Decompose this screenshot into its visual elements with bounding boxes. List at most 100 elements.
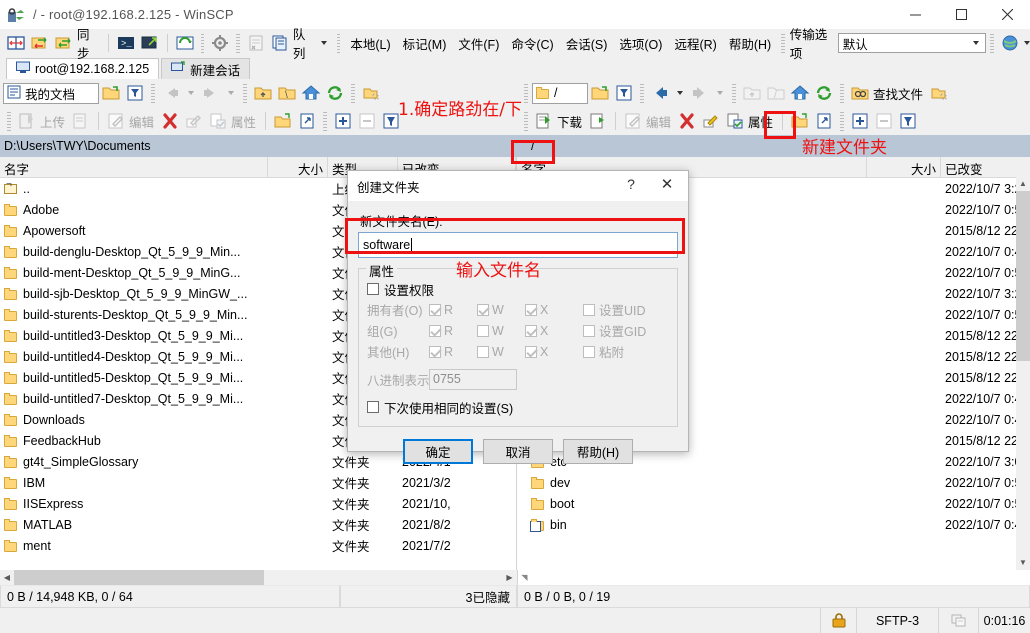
permission-checkbox-x[interactable]: X <box>525 324 573 338</box>
checkbox[interactable] <box>429 346 441 358</box>
table-row[interactable]: bin2022/10/7 0:42:54 <box>517 514 1030 535</box>
home-directory-icon[interactable] <box>300 82 322 104</box>
root-directory-icon[interactable]: \ <box>276 82 298 104</box>
set-permissions-checkbox[interactable] <box>367 283 379 295</box>
remember-settings-checkbox[interactable] <box>367 401 379 413</box>
checkbox[interactable] <box>477 304 489 316</box>
menu-session[interactable]: 会话(S) <box>560 31 614 56</box>
refresh-icon[interactable] <box>174 32 196 54</box>
checkbox[interactable] <box>583 325 595 337</box>
remote-back-dropdown-icon[interactable] <box>677 91 683 95</box>
permission-checkbox-r[interactable]: R <box>429 324 477 338</box>
sync-browsing-icon[interactable] <box>29 32 51 54</box>
menu-commands[interactable]: 命令(C) <box>505 31 559 56</box>
help-button[interactable]: 帮助(H) <box>563 439 633 464</box>
checkbox[interactable] <box>429 304 441 316</box>
open-terminal-icon[interactable] <box>139 32 161 54</box>
scroll-left-arrow[interactable]: ◀ <box>0 570 14 585</box>
remote-properties-icon[interactable] <box>724 110 746 132</box>
permission-special-toggle[interactable]: 设置UID <box>583 300 646 319</box>
checkbox[interactable] <box>525 325 537 337</box>
table-row[interactable]: IISExpress文件夹2021/10, <box>0 493 516 514</box>
set-permissions-row[interactable]: 设置权限 <box>367 279 669 299</box>
open-directory-icon[interactable] <box>100 82 122 104</box>
ok-button[interactable]: 确定 <box>403 439 473 464</box>
remote-scroll-left-arrow[interactable]: ◥ <box>518 570 532 585</box>
remote-filter-icon[interactable] <box>613 82 635 104</box>
menu-mark[interactable]: 标记(M) <box>397 31 453 56</box>
permission-checkbox-w[interactable]: W <box>477 324 525 338</box>
close-button[interactable] <box>984 0 1030 29</box>
remote-rename-icon[interactable] <box>700 110 722 132</box>
refresh-local-icon[interactable] <box>324 82 346 104</box>
local-col-name[interactable]: 名字 <box>0 157 268 177</box>
permission-checkbox-w[interactable]: W <box>477 303 525 317</box>
table-row[interactable]: boot2022/10/7 0:57:22 <box>517 493 1030 514</box>
download-icon[interactable] <box>533 110 555 132</box>
remote-select-add-icon[interactable] <box>849 110 871 132</box>
dialog-close-icon[interactable]: ✕ <box>654 175 680 193</box>
local-col-size[interactable]: 大小 <box>268 157 328 177</box>
remote-vertical-scrollbar[interactable]: ▲ ▼ <box>1016 177 1030 570</box>
open-remote-directory-icon[interactable] <box>589 82 611 104</box>
minimize-button[interactable] <box>892 0 938 29</box>
table-row[interactable]: IBM文件夹2021/3/2 <box>0 472 516 493</box>
checkbox[interactable] <box>477 346 489 358</box>
table-row[interactable]: dev2022/10/7 0:56:52 <box>517 472 1030 493</box>
new-folder-local-icon[interactable] <box>360 82 382 104</box>
sync-label[interactable]: 同步 <box>77 24 99 62</box>
download-queue-icon[interactable] <box>587 110 609 132</box>
remote-col-size[interactable]: 大小 <box>867 157 941 177</box>
delete-icon[interactable] <box>159 110 181 132</box>
tab-new-session[interactable]: 新建会话 <box>161 58 250 79</box>
console-icon[interactable]: >_ <box>115 32 137 54</box>
transfer-settings-icon[interactable] <box>999 32 1021 54</box>
create-folder-icon[interactable] <box>272 110 294 132</box>
local-drive-combo[interactable]: 我的文档 <box>3 83 99 104</box>
menu-remote[interactable]: 远程(R) <box>668 31 722 56</box>
menu-options[interactable]: 选项(O) <box>613 31 668 56</box>
checkbox[interactable] <box>429 325 441 337</box>
local-address-bar[interactable]: D:\Users\TWY\Documents <box>0 135 517 157</box>
select-add-icon[interactable] <box>332 110 354 132</box>
queue-label[interactable]: 队列 <box>293 24 315 62</box>
scroll-thumb[interactable] <box>1016 191 1030 361</box>
local-horizontal-scrollbar[interactable]: ◀ ▶ <box>0 570 518 585</box>
remote-select-invert-icon[interactable] <box>897 110 919 132</box>
permission-checkbox-x[interactable]: X <box>525 345 573 359</box>
octal-input[interactable]: 0755 <box>429 369 517 390</box>
download-label[interactable]: 下载 <box>557 112 582 131</box>
remote-path-combo[interactable]: / <box>532 83 588 104</box>
checkbox[interactable] <box>583 304 595 316</box>
maximize-button[interactable] <box>938 0 984 29</box>
create-link-icon[interactable] <box>296 110 318 132</box>
new-folder-remote-icon[interactable] <box>928 82 950 104</box>
table-row[interactable]: ment文件夹2021/7/2 <box>0 535 516 556</box>
cancel-button[interactable]: 取消 <box>483 439 553 464</box>
permission-checkbox-r[interactable]: R <box>429 303 477 317</box>
lock-icon[interactable] <box>820 608 856 633</box>
transfer-settings-combo[interactable]: 默认 <box>838 33 987 53</box>
remote-delete-icon[interactable] <box>676 110 698 132</box>
checkbox[interactable] <box>525 346 537 358</box>
scroll-right-arrow[interactable]: ▶ <box>503 570 517 585</box>
checkbox[interactable] <box>583 346 595 358</box>
remote-home-directory-icon[interactable] <box>789 82 811 104</box>
transfer-icon-dropdown[interactable] <box>1024 41 1030 45</box>
queue-dropdown-icon[interactable] <box>321 41 327 45</box>
remote-col-modified[interactable]: 已改变 <box>941 157 1016 177</box>
remote-refresh-icon[interactable] <box>813 82 835 104</box>
scroll-up-arrow[interactable]: ▲ <box>1016 177 1030 191</box>
queue-status-icon[interactable] <box>938 608 978 633</box>
queue-icon[interactable] <box>269 32 291 54</box>
menu-local[interactable]: 本地(L) <box>344 31 396 56</box>
remote-back-icon[interactable] <box>649 82 671 104</box>
remember-settings-row[interactable]: 下次使用相同的设置(S) <box>367 396 669 418</box>
checkbox[interactable] <box>477 325 489 337</box>
sync-folders-icon[interactable] <box>53 32 75 54</box>
permission-checkbox-r[interactable]: R <box>429 345 477 359</box>
find-files-icon[interactable] <box>849 82 871 104</box>
permission-checkbox-w[interactable]: W <box>477 345 525 359</box>
checkbox[interactable] <box>525 304 537 316</box>
permission-checkbox-x[interactable]: X <box>525 303 573 317</box>
